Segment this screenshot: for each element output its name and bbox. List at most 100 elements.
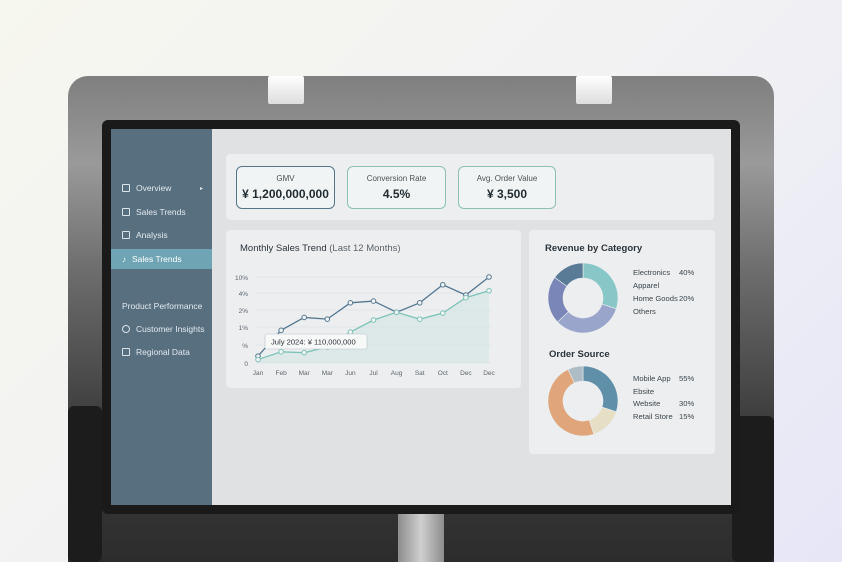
kpi-value: ¥ 1,200,000,000 <box>242 187 329 201</box>
data-point <box>370 317 377 323</box>
data-point <box>278 327 284 334</box>
data-point <box>255 356 261 363</box>
legend-item: Website 30% <box>633 399 694 408</box>
donut-slice <box>582 365 619 413</box>
data-point <box>440 281 446 288</box>
x-tick-label: Dec <box>460 370 472 377</box>
legend-value: 40% <box>679 268 695 277</box>
sidebar-item-product-performance[interactable]: Product Performance <box>111 296 212 316</box>
x-tick-label: Mar <box>299 370 311 377</box>
x-tick-label: Jul <box>369 370 378 377</box>
x-tick-label: Jan <box>253 370 264 377</box>
legend-label: Retail Store <box>633 411 673 421</box>
data-point <box>486 287 492 294</box>
data-point <box>486 274 492 280</box>
data-point <box>347 329 354 335</box>
kpi-label: GMV <box>276 174 295 183</box>
x-tick-label: Oct <box>438 370 448 377</box>
mail-icon <box>122 231 130 239</box>
monthly-sales-trend-card: Monthly Sales Trend (Last 12 Months) 0% 1… <box>226 230 521 388</box>
legend-label: Electronics <box>633 268 671 277</box>
kpi-card-avg-order-value[interactable]: Avg. Order Value ¥ 3,500 <box>458 166 556 209</box>
x-tick-label: Dec <box>483 370 495 377</box>
ceiling-light <box>576 76 612 104</box>
legend-item: Others <box>633 307 656 316</box>
donut-slice <box>588 406 617 435</box>
kpi-value: ¥ 3,500 <box>486 187 528 201</box>
x-tick-label: Aug <box>391 370 403 377</box>
data-point <box>301 349 307 356</box>
chevron-right-icon: ▸ <box>199 185 203 192</box>
tooltip-text: July 2024: ¥ 110,000,000 <box>271 338 356 347</box>
legend-item: Apparel <box>633 281 659 290</box>
legend-label: Home Goods <box>633 294 678 303</box>
legend-item: Mobile App 55% <box>633 374 694 383</box>
data-point <box>416 316 423 322</box>
y-tick-label: 2% <box>239 308 249 315</box>
legend-label: Website <box>633 399 661 408</box>
sidebar-item-label: Customer Insights <box>136 324 205 334</box>
data-point <box>370 298 377 304</box>
kpi-panel: GMV ¥ 1,200,000,000 Conversion Rate 4.5%… <box>226 154 714 220</box>
data-point <box>301 314 307 321</box>
legend-label: Ebsite <box>633 386 655 396</box>
data-point <box>324 316 331 322</box>
sidebar-item-label: Regional Data <box>136 347 190 357</box>
data-point <box>416 300 423 306</box>
y-tick-label: % <box>242 343 248 350</box>
sidebar-item-analysis[interactable]: Analysis <box>111 225 212 245</box>
order-source-donut-chart[interactable] <box>543 361 623 441</box>
line-chart[interactable]: 0% 1% 2% 4% 10% Jan Feb Mar Mar Jun Jul Aug Sat Oct De… <box>226 230 521 388</box>
dashboard-screen: Overview ▸ Sales Trends Analysis ♪ Sales… <box>111 129 731 505</box>
data-point <box>440 310 446 316</box>
chair <box>68 406 102 562</box>
monitor: Overview ▸ Sales Trends Analysis ♪ Sales… <box>102 120 740 514</box>
x-tick-label: Sat <box>415 370 425 377</box>
sidebar: Overview ▸ Sales Trends Analysis ♪ Sales… <box>111 129 212 505</box>
legend-value: 55% <box>679 374 695 383</box>
kpi-value: 4.5% <box>382 187 411 201</box>
data-point <box>278 349 284 355</box>
sidebar-item-label: Sales Trends <box>132 254 182 264</box>
x-tick-label: Feb <box>275 370 287 377</box>
music-note-icon: ♪ <box>122 254 126 264</box>
kpi-label: Conversion Rate <box>366 174 427 183</box>
sidebar-item-overview[interactable]: Overview ▸ <box>111 178 212 198</box>
y-tick-label: 4% <box>239 291 249 298</box>
y-tick-label: 0 <box>244 361 248 368</box>
kpi-card-gmv[interactable]: GMV ¥ 1,200,000,000 <box>236 166 335 209</box>
legend-label: Others <box>633 307 656 316</box>
legend-item: Ebsite <box>633 387 654 396</box>
category-source-card: Revenue by Category Electronics 40% Appare… <box>529 230 715 454</box>
overview-icon <box>122 184 130 192</box>
x-tick-label: Jun <box>345 370 356 377</box>
monitor-stand <box>398 512 444 562</box>
sidebar-item-customer-insights[interactable]: Customer Insights <box>111 319 212 339</box>
legend-value: 15% <box>679 411 695 421</box>
legend-label: Apparel <box>633 281 660 290</box>
revenue-title: Revenue by Category <box>545 243 643 254</box>
sidebar-item-label: Analysis <box>136 230 168 240</box>
legend-label: Mobile App <box>633 374 671 383</box>
sidebar-item-sales-trends-active[interactable]: ♪ Sales Trends <box>111 249 212 269</box>
data-point <box>347 300 354 306</box>
sidebar-item-label: Sales Trends <box>136 207 186 217</box>
data-point <box>463 294 469 301</box>
donut-slice <box>582 262 619 310</box>
legend-value: 30% <box>679 399 695 408</box>
legend-item: Retail Store 15% <box>633 411 694 421</box>
sidebar-item-label: Overview <box>136 183 172 193</box>
kpi-label: Avg. Order Value <box>476 174 538 183</box>
legend-item: Electronics 40% <box>633 268 694 277</box>
x-tick-label: Mar <box>322 370 334 377</box>
sidebar-item-regional-data[interactable]: Regional Data <box>111 342 212 362</box>
legend-item: Home Goods 20% <box>633 294 694 303</box>
sidebar-item-label: Product Performance <box>122 301 203 311</box>
revenue-donut-chart[interactable] <box>543 258 623 338</box>
sidebar-item-sales-trends[interactable]: Sales Trends <box>111 202 212 222</box>
user-icon <box>122 325 130 333</box>
y-tick-label: 1% <box>239 325 249 332</box>
data-point <box>393 309 400 316</box>
kpi-card-conversion-rate[interactable]: Conversion Rate 4.5% <box>347 166 446 209</box>
map-icon <box>122 348 130 356</box>
